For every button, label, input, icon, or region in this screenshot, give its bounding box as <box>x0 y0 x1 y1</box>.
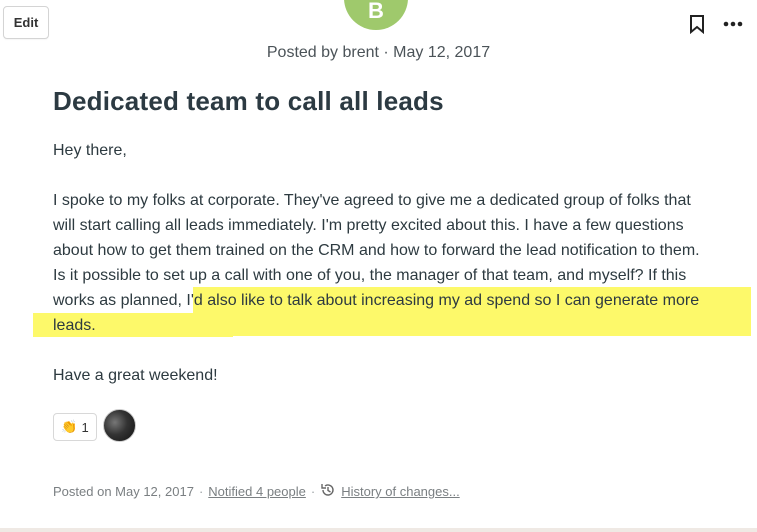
closing-text: Have a great weekend! <box>53 367 218 384</box>
post-footer: Posted on May 12, 2017 · Notified 4 peop… <box>53 482 460 501</box>
history-icon <box>320 482 336 501</box>
greeting-text: Hey there, <box>53 142 127 159</box>
history-link[interactable]: History of changes... <box>341 484 460 499</box>
notified-link[interactable]: Notified 4 people <box>208 484 306 499</box>
edit-button[interactable]: Edit <box>3 6 49 39</box>
body-paragraph: I spoke to my folks at corporate. They'v… <box>53 188 703 338</box>
divider <box>0 528 757 532</box>
post-body: Hey there, I spoke to my folks at corpor… <box>53 138 703 413</box>
author-avatar: B <box>344 0 408 30</box>
clap-icon: 👏 <box>61 419 78 434</box>
post-meta: Posted by brent · May 12, 2017 <box>266 44 491 61</box>
body-main-text: I spoke to my folks at corporate. They'v… <box>53 192 700 284</box>
author-initial: B <box>368 0 384 23</box>
bookmark-icon[interactable] <box>688 14 706 35</box>
clap-reaction-button[interactable]: 👏 1 <box>53 413 97 441</box>
post-title: Dedicated team to call all leads <box>53 86 444 116</box>
posted-date: Posted on May 12, 2017 <box>53 484 194 499</box>
reactor-avatar[interactable] <box>103 409 136 442</box>
more-options-icon[interactable] <box>722 14 744 34</box>
reaction-count: 1 <box>81 419 89 435</box>
